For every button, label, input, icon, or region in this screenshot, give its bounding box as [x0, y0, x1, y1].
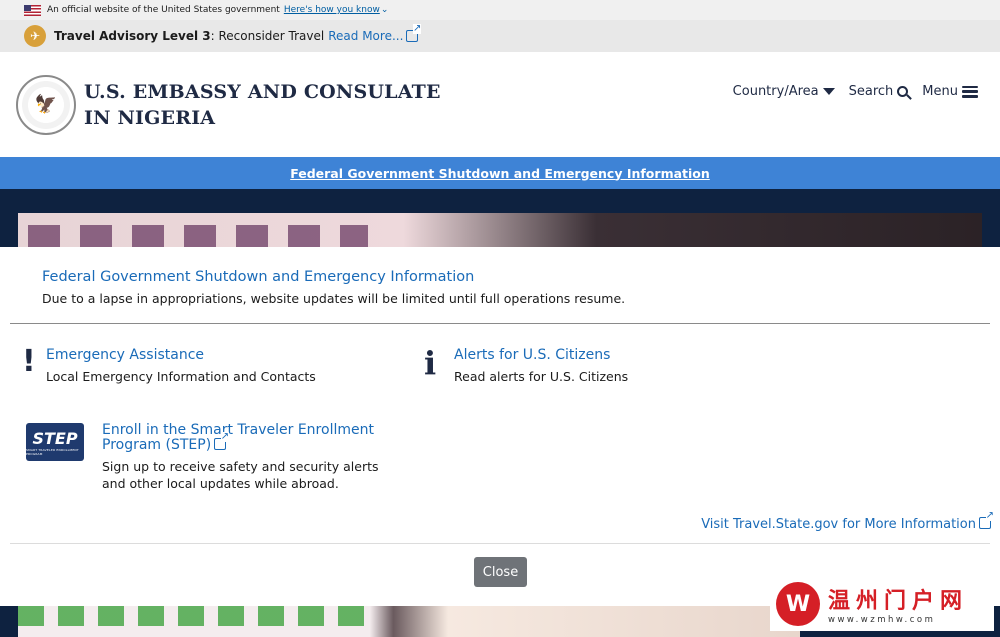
hamburger-icon [962, 85, 978, 98]
heres-how-you-know-link[interactable]: Here's how you know [284, 5, 380, 15]
step-desc-line1: Sign up to receive safety and security a… [102, 459, 379, 474]
site-header: 🦅 U.S. EMBASSY AND CONSULATE IN NIGERIA … [0, 52, 1000, 157]
airplane-icon: ✈ [24, 25, 46, 47]
gov-banner: An official website of the United States… [0, 0, 1000, 20]
hero-image-strip [0, 189, 1000, 247]
menu-button[interactable]: Menu [922, 84, 978, 99]
menu-label: Menu [922, 84, 958, 99]
info-icon: i [424, 344, 437, 382]
alerts-desc: Read alerts for U.S. Citizens [454, 369, 629, 384]
advisory-read-more-link[interactable]: Read More... [328, 29, 403, 43]
step-title-line1: Enroll in the Smart Traveler Enrollment [102, 422, 374, 438]
chevron-down-icon[interactable]: ⌄ [381, 5, 389, 15]
step-desc-line2: and other local updates while abroad. [102, 476, 339, 491]
site-title[interactable]: U.S. EMBASSY AND CONSULATE IN NIGERIA [84, 79, 441, 131]
exclamation-icon: ! [22, 344, 36, 379]
emergency-assistance-desc: Local Emergency Information and Contacts [46, 369, 316, 384]
us-flag-icon [24, 4, 41, 16]
gov-banner-text: An official website of the United States… [47, 5, 280, 15]
step-logo-text: STEP [32, 428, 78, 448]
step-title-line2: Program (STEP) [102, 437, 212, 453]
search-label: Search [848, 84, 894, 99]
hero-image-lower [18, 606, 800, 637]
shutdown-banner-link[interactable]: Federal Government Shutdown and Emergenc… [290, 166, 710, 181]
modal-title-link[interactable]: Federal Government Shutdown and Emergenc… [42, 269, 1000, 285]
site-title-line2: IN NIGERIA [84, 106, 216, 129]
step-logo[interactable]: STEP SMART TRAVELER ENROLLMENT PROGRAM [26, 423, 84, 461]
emergency-info-modal: Federal Government Shutdown and Emergenc… [0, 247, 1000, 606]
travel-advisory-bar: ✈ Travel Advisory Level 3 : Reconsider T… [0, 20, 1000, 52]
advisory-text: : Reconsider Travel [210, 29, 325, 43]
step-desc: Sign up to receive safety and security a… [102, 458, 379, 492]
site-title-line1: U.S. EMBASSY AND CONSULATE [84, 80, 441, 103]
external-link-icon[interactable] [406, 24, 422, 42]
alerts-link[interactable]: Alerts for U.S. Citizens [454, 347, 628, 363]
country-area-label: Country/Area [732, 84, 819, 99]
watermark-name: 温州门户网 [828, 588, 969, 614]
modal-footer-divider [10, 543, 990, 544]
modal-divider [10, 323, 990, 324]
step-card: STEP SMART TRAVELER ENROLLMENT PROGRAM E… [26, 423, 379, 492]
watermark: W 温州门户网 www.wzmhw.com [770, 577, 994, 631]
hero-image [18, 213, 982, 247]
search-icon [897, 86, 909, 97]
alerts-card: i Alerts for U.S. Citizens Read alerts f… [424, 347, 628, 385]
close-button[interactable]: Close [474, 557, 527, 587]
step-logo-tagline: SMART TRAVELER ENROLLMENT PROGRAM [26, 447, 79, 456]
embassy-seal-logo[interactable]: 🦅 [16, 74, 76, 135]
eagle-icon: 🦅 [29, 87, 63, 122]
emergency-assistance-link[interactable]: Emergency Assistance [46, 347, 316, 363]
advisory-level-label: Travel Advisory Level 3 [54, 29, 211, 43]
watermark-logo-icon: W [776, 582, 820, 626]
emergency-assistance-card: ! Emergency Assistance Local Emergency I… [22, 347, 316, 385]
search-button[interactable]: Search [849, 84, 909, 99]
header-nav: Country/Area Search Menu [733, 84, 978, 99]
external-link-icon [214, 432, 230, 450]
caret-down-icon [822, 88, 835, 95]
shutdown-banner: Federal Government Shutdown and Emergenc… [0, 157, 1000, 189]
watermark-url: www.wzmhw.com [828, 615, 936, 625]
visit-travel-state-link[interactable]: Visit Travel.State.gov for More Informat… [701, 511, 994, 532]
external-link-icon [979, 511, 994, 529]
modal-subtitle: Due to a lapse in appropriations, websit… [42, 291, 626, 306]
step-link[interactable]: Enroll in the Smart Traveler Enrollment … [102, 423, 379, 453]
country-area-dropdown[interactable]: Country/Area [733, 84, 835, 99]
visit-link-text: Visit Travel.State.gov for More Informat… [701, 517, 976, 532]
